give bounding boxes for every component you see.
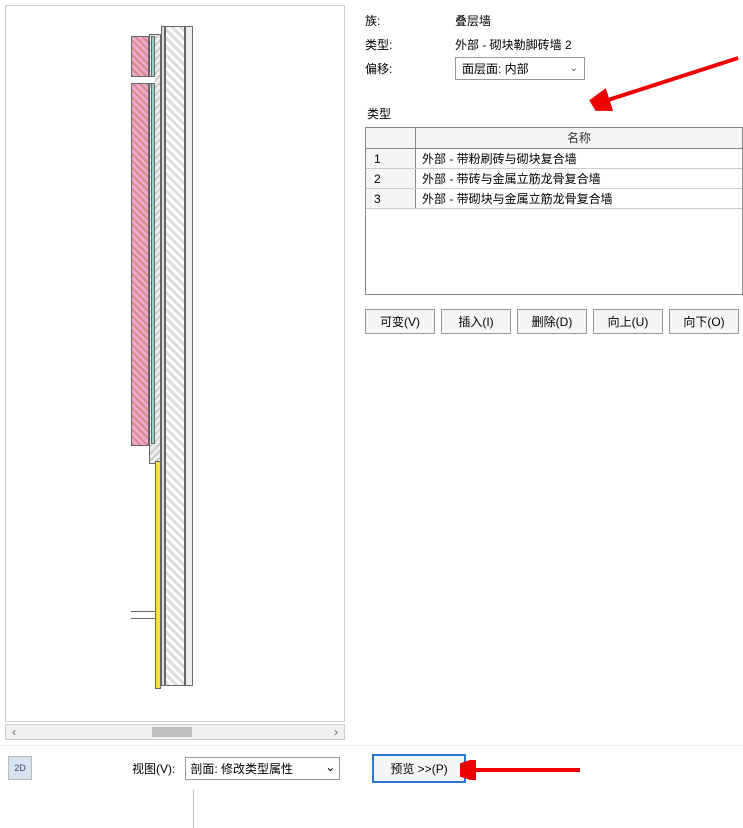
variable-button[interactable]: 可变(V) [365, 309, 435, 334]
family-value: 叠层墙 [455, 12, 491, 29]
offset-value: 面层面: 内部 [462, 60, 529, 77]
properties-panel: 族: 叠层墙 类型: 外部 - 砌块勒脚砖墙 2 偏移: 面层面: 内部 ⌄ 类… [350, 0, 743, 745]
view-2d-icon[interactable]: 2D [8, 756, 32, 780]
up-button[interactable]: 向上(U) [593, 309, 663, 334]
divider [193, 790, 194, 828]
wall-section-diagram [131, 26, 221, 706]
row-index: 2 [366, 169, 416, 188]
family-label: 族: [365, 12, 455, 29]
row-index: 3 [366, 189, 416, 208]
type-section-header: 类型 [365, 105, 743, 122]
row-name: 外部 - 带砖与金属立筋龙骨复合墙 [416, 169, 742, 188]
insert-button[interactable]: 插入(I) [441, 309, 511, 334]
table-empty-area [366, 209, 742, 294]
chevron-down-icon: ⌄ [570, 63, 578, 74]
view-label: 视图(V): [132, 760, 175, 777]
offset-label: 偏移: [365, 60, 455, 77]
preview-panel: ‹ › [0, 0, 350, 745]
preview-button[interactable]: 预览 >>(P) [372, 754, 465, 783]
table-row[interactable]: 2 外部 - 带砖与金属立筋龙骨复合墙 [366, 169, 742, 189]
view-select-value: 剖面: 修改类型属性 [190, 760, 293, 777]
horizontal-scrollbar[interactable]: ‹ › [5, 724, 345, 740]
preview-canvas[interactable] [5, 5, 345, 722]
down-button[interactable]: 向下(O) [669, 309, 739, 334]
type-value: 外部 - 砌块勒脚砖墙 2 [455, 36, 572, 53]
table-row[interactable]: 3 外部 - 带砌块与金属立筋龙骨复合墙 [366, 189, 742, 209]
type-label: 类型: [365, 36, 455, 53]
chevron-down-icon: ⌄ [325, 760, 335, 777]
col-header-index [366, 128, 416, 148]
scroll-thumb[interactable] [152, 727, 192, 737]
row-index: 1 [366, 149, 416, 168]
col-header-name: 名称 [416, 128, 742, 148]
row-name: 外部 - 带砌块与金属立筋龙骨复合墙 [416, 189, 742, 208]
offset-dropdown[interactable]: 面层面: 内部 ⌄ [455, 57, 585, 80]
view-select[interactable]: 剖面: 修改类型属性 ⌄ [185, 757, 340, 780]
bottom-bar: 2D 视图(V): 剖面: 修改类型属性 ⌄ 预览 >>(P) [0, 745, 743, 790]
table-row[interactable]: 1 外部 - 带粉刷砖与砌块复合墙 [366, 149, 742, 169]
type-table: 名称 1 外部 - 带粉刷砖与砌块复合墙 2 外部 - 带砖与金属立筋龙骨复合墙… [365, 127, 743, 295]
row-name: 外部 - 带粉刷砖与砌块复合墙 [416, 149, 742, 168]
delete-button[interactable]: 删除(D) [517, 309, 587, 334]
scroll-left-icon[interactable]: ‹ [6, 725, 22, 739]
scroll-right-icon[interactable]: › [328, 725, 344, 739]
